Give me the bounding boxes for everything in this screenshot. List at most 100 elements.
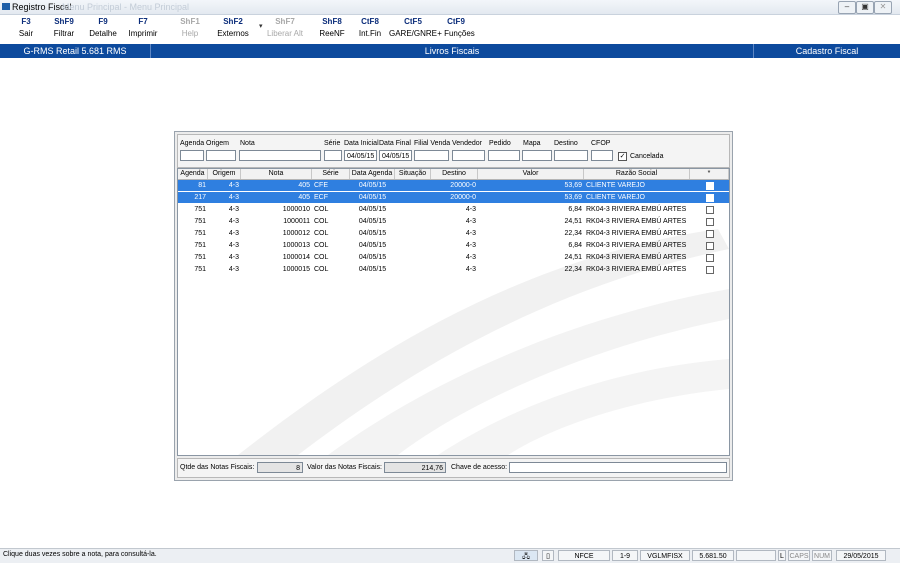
pedido-input[interactable] <box>488 150 520 161</box>
destino-input[interactable] <box>554 150 588 161</box>
cell-nota: 1000010 <box>282 206 310 213</box>
table-row[interactable]: 751 4-3 1000011 COL 04/05/15 4-3 24,51 RK04-3 R… <box>178 216 729 227</box>
system-version: G-RMS Retail 5.681 RMS <box>23 46 127 56</box>
data-inicial-input[interactable]: 04/05/15 <box>344 150 377 161</box>
column-header-origem[interactable]: Origem <box>208 169 241 179</box>
table-row[interactable]: 751 4-3 1000015 COL 04/05/15 4-3 22,34 RK04-3 R… <box>178 264 729 275</box>
cell-serie: COL <box>314 218 329 225</box>
cell-data: 04/05/15 <box>358 206 387 213</box>
cell-agenda: 217 <box>194 194 206 201</box>
row-checkbox[interactable] <box>706 182 714 190</box>
minimize-button[interactable]: – <box>838 1 856 14</box>
mapa-input[interactable] <box>522 150 552 161</box>
agenda-input[interactable] <box>180 150 204 161</box>
toolbar-button-imprimir[interactable]: F7 Imprimir <box>119 17 167 38</box>
origem-label: Origem <box>206 140 229 147</box>
vendedor-input[interactable] <box>452 150 485 161</box>
cancelada-checkbox[interactable]: ✓ <box>618 152 627 161</box>
column-header-destino[interactable]: Destino <box>431 169 478 179</box>
toolbar-button-gare-gnre[interactable]: CtF5 GARE/GNRE <box>389 17 437 38</box>
column-header-razao[interactable]: Razão Social <box>584 169 690 179</box>
origem-input[interactable] <box>206 150 236 161</box>
table-row[interactable]: 751 4-3 1000010 COL 04/05/15 4-3 6,84 RK04-3 RI… <box>178 204 729 215</box>
toolbar-button-liberar-alt[interactable]: ▾ ShF7 Liberar Alt <box>259 17 309 38</box>
toolbar-button-fun-es[interactable]: CtF9 + Funções <box>432 17 480 38</box>
toolbar-button-externos[interactable]: ShF2 Externos <box>209 17 257 38</box>
qtde-label: Qtde das Notas Fiscais: <box>180 464 255 471</box>
column-header-chk[interactable]: * <box>690 169 729 179</box>
cell-origem: 4-3 <box>228 230 239 237</box>
toolbar-label: Int.Fin <box>358 29 382 38</box>
cell-destino: 4-3 <box>465 230 476 237</box>
module-title: Livros Fiscais <box>424 46 480 56</box>
cell-nota: 1000015 <box>282 266 310 273</box>
column-header-nota[interactable]: Nota <box>241 169 312 179</box>
toolbar-button-help[interactable]: ShF1 Help <box>166 17 214 38</box>
grid-header: Agenda Origem Nota Série Data Agenda Situação… <box>178 169 729 180</box>
cell-situacao <box>395 192 431 203</box>
column-header-valor[interactable]: Valor <box>478 169 584 179</box>
cell-situacao <box>395 264 431 275</box>
document-icon: ▯ <box>542 550 554 561</box>
serie-input[interactable] <box>324 150 342 161</box>
cell-situacao <box>395 216 431 227</box>
cell-nota: 1000014 <box>282 254 310 261</box>
cell-situacao <box>395 240 431 251</box>
data-final-input[interactable]: 04/05/15 <box>379 150 412 161</box>
cell-origem: 4-3 <box>228 266 239 273</box>
cell-destino: 4-3 <box>465 254 476 261</box>
dropdown-arrow-icon: ▾ <box>259 23 263 30</box>
close-button[interactable]: ✕ <box>874 1 892 14</box>
cell-valor: 22,34 <box>564 230 582 237</box>
toolbar-label: + Funções <box>437 29 475 38</box>
table-row[interactable]: 751 4-3 1000012 COL 04/05/15 4-3 22,34 RK04-3 R… <box>178 228 729 239</box>
notes-grid[interactable]: Agenda Origem Nota Série Data Agenda Situação… <box>177 168 730 456</box>
mapa-label: Mapa <box>523 140 541 147</box>
cell-destino: 4-3 <box>465 218 476 225</box>
status-date: 29/05/2015 <box>836 550 886 561</box>
table-row[interactable]: 751 4-3 1000014 COL 04/05/15 4-3 24,51 RK04-3 R… <box>178 252 729 263</box>
status-program: VGLMFISX <box>640 550 690 561</box>
cell-serie: ECF <box>314 194 328 201</box>
toolbar-button-int-fin[interactable]: CtF8 Int.Fin <box>346 17 394 38</box>
submodule-title: Cadastro Fiscal <box>795 46 859 56</box>
column-header-agenda[interactable]: Agenda <box>178 169 208 179</box>
cell-destino: 4-3 <box>465 206 476 213</box>
nota-input[interactable] <box>239 150 321 161</box>
ghost-title: Menu Principal - Menu Principal <box>62 2 190 12</box>
toolbar: F3 Sair ShF9 Filtrar F9 Detalhe F7 Imprimir ShF1… <box>0 15 900 44</box>
row-checkbox[interactable] <box>706 218 714 226</box>
cell-razao: RK04-3 RIVIERA EMBÚ ARTES <box>586 230 687 237</box>
toolbar-label: Liberar Alt <box>266 29 304 38</box>
row-checkbox[interactable] <box>706 242 714 250</box>
cell-origem: 4-3 <box>228 206 239 213</box>
cell-situacao <box>395 204 431 215</box>
column-header-serie[interactable]: Série <box>312 169 350 179</box>
cell-valor: 6,84 <box>568 242 582 249</box>
row-checkbox[interactable] <box>706 194 714 202</box>
chave-input[interactable] <box>509 462 727 473</box>
chave-label: Chave de acesso: <box>451 464 508 471</box>
row-checkbox[interactable] <box>706 266 714 274</box>
cell-razao: RK04-3 RIVIERA EMBÚ ARTES <box>586 206 687 213</box>
row-checkbox[interactable] <box>706 230 714 238</box>
cell-serie: COL <box>314 254 329 261</box>
restore-button[interactable]: ▣ <box>856 1 874 14</box>
cfop-input[interactable] <box>591 150 613 161</box>
table-row[interactable]: 81 4-3 405 CFE 04/05/15 20000-0 53,69 CLIENTE V… <box>178 180 729 191</box>
row-checkbox[interactable] <box>706 206 714 214</box>
cell-serie: COL <box>314 230 329 237</box>
row-checkbox[interactable] <box>706 254 714 262</box>
cell-nota: 405 <box>298 182 310 189</box>
table-row[interactable]: 751 4-3 1000013 COL 04/05/15 4-3 6,84 RK04-3 RI… <box>178 240 729 251</box>
agenda-label: Agenda <box>180 140 205 147</box>
cell-situacao <box>395 252 431 263</box>
filial-venda-input[interactable] <box>414 150 449 161</box>
valor-label: Valor das Notas Fiscais: <box>307 464 382 471</box>
table-row[interactable]: 217 4-3 405 ECF 04/05/15 20000-0 53,69 CLIENTE … <box>178 192 729 203</box>
column-header-situacao[interactable]: Situação <box>395 169 431 179</box>
shortcut-key: CtF5 <box>404 17 422 26</box>
cell-origem: 4-3 <box>228 254 239 261</box>
shortcut-key: ShF2 <box>223 17 243 26</box>
column-header-data[interactable]: Data Agenda <box>350 169 395 179</box>
